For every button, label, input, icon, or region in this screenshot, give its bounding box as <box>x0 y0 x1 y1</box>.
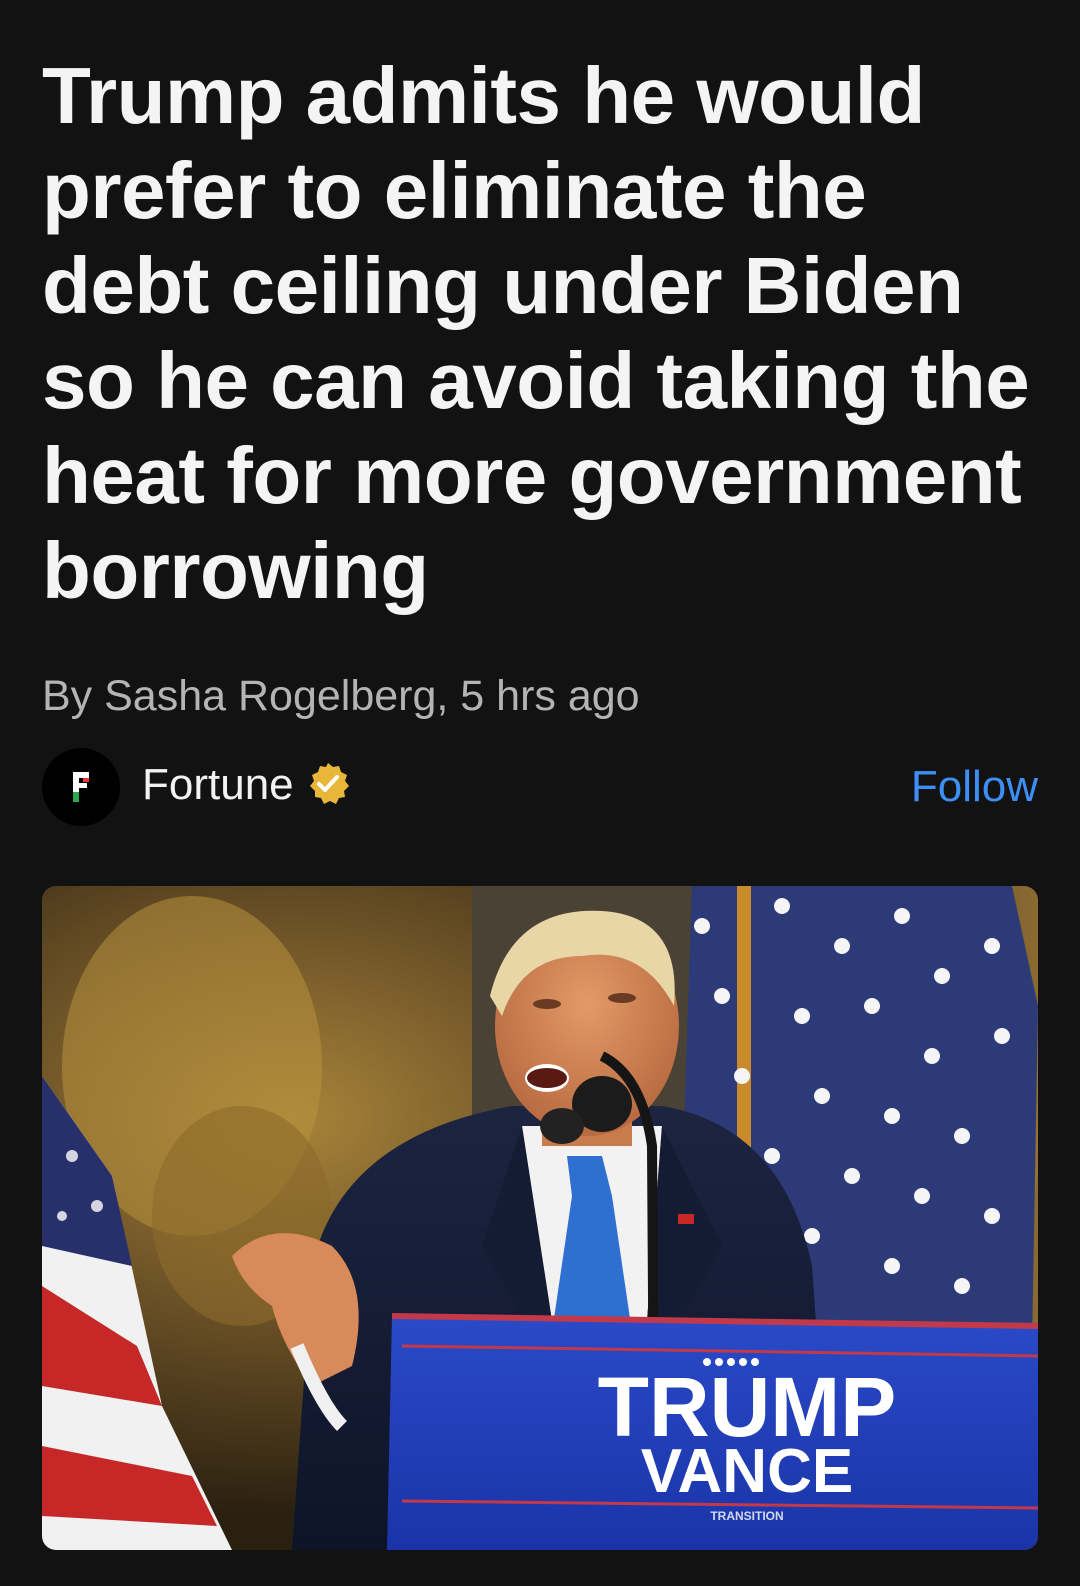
source-logo[interactable] <box>42 748 120 826</box>
follow-button[interactable]: Follow <box>911 760 1038 814</box>
verified-badge-icon <box>310 763 349 804</box>
source-row: Fortune Follow <box>42 748 1038 826</box>
article-headline[interactable]: Trump admits he would prefer to eliminat… <box>42 48 1038 618</box>
hero-photo: TRUMP VANCE TRANSITION <box>42 886 1038 1550</box>
fortune-logo-icon <box>73 772 89 802</box>
article-header: Trump admits he would prefer to eliminat… <box>42 48 1038 722</box>
source-name[interactable]: Fortune <box>142 758 294 812</box>
article-byline: By Sasha Rogelberg, 5 hrs ago <box>42 672 640 720</box>
podium-line-2: VANCE <box>641 1437 853 1506</box>
article-hero-image[interactable]: TRUMP VANCE TRANSITION <box>42 886 1038 1550</box>
podium-line-3: TRANSITION <box>710 1509 783 1523</box>
